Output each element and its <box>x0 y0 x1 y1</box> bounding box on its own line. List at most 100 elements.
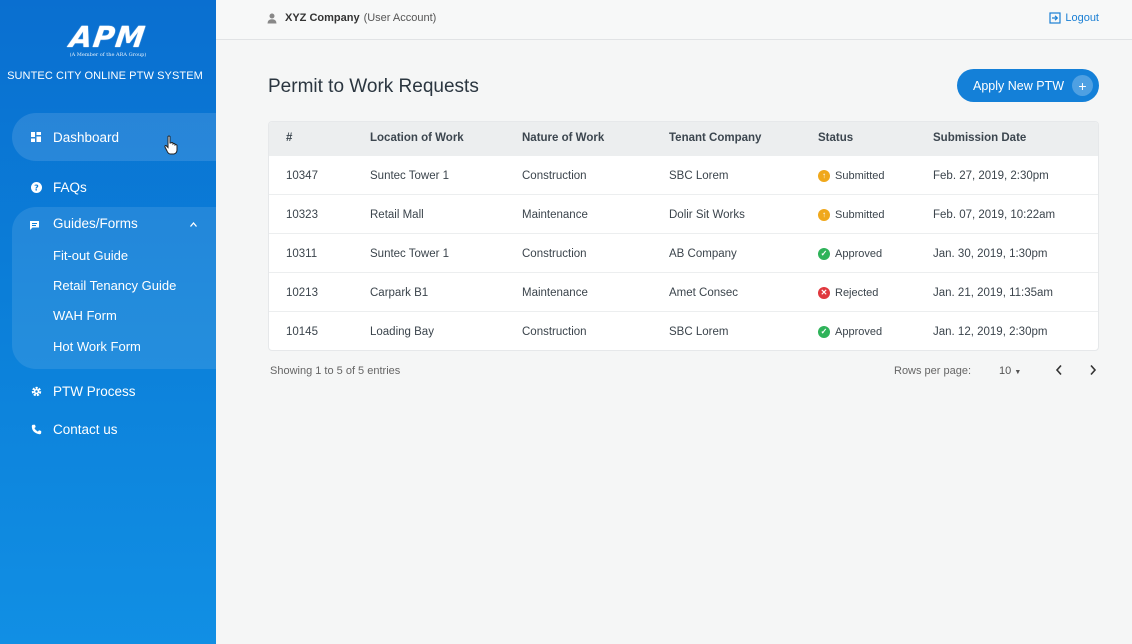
logo-subtext: (A Member of the ARA Group) <box>69 52 147 58</box>
cell-date: Jan. 21, 2019, 11:35am <box>933 287 1053 299</box>
sidebar-item-label: Guides/Forms <box>53 216 138 231</box>
sidebar-item-guides[interactable]: Guides/Forms <box>12 215 216 235</box>
plus-icon: + <box>1072 75 1093 96</box>
system-title: SUNTEC CITY ONLINE PTW SYSTEM <box>7 70 203 82</box>
cell-tenant: SBC Lorem <box>669 170 729 182</box>
entries-info: Showing 1 to 5 of 5 entries <box>270 365 401 377</box>
cell-nature: Maintenance <box>522 209 588 221</box>
help-circle-icon: ? <box>29 180 43 194</box>
hand-cursor-icon <box>164 135 178 155</box>
table-row[interactable]: 10145 Loading Bay Construction SBC Lorem Jan… <box>269 311 1098 350</box>
table-row[interactable]: 10347 Suntec Tower 1 Construction SBC Lorem… <box>269 155 1098 194</box>
user-info: XYZ Company (User Account) <box>267 12 436 24</box>
status-badge: ↑ Submitted <box>818 170 885 182</box>
sidebar-item-label: PTW Process <box>53 384 136 399</box>
page-title: Permit to Work Requests <box>268 76 479 97</box>
logout-link[interactable]: Logout <box>1049 12 1099 24</box>
cell-location: Carpark B1 <box>370 287 429 299</box>
table-row[interactable]: 10311 Suntec Tower 1 Construction AB Compan… <box>269 233 1098 272</box>
status-badge: ✓ Approved <box>818 248 882 260</box>
table-row[interactable]: 10213 Carpark B1 Maintenance Amet Consec Jan… <box>269 272 1098 311</box>
sidebar-subitem-fitout-guide[interactable]: Fit-out Guide <box>53 248 128 263</box>
ptw-requests-table: # Location of Work Nature of Work Tenant… <box>268 121 1099 351</box>
column-header-nature[interactable]: Nature of Work <box>522 132 604 144</box>
sidebar-item-ptw-process[interactable]: PTW Process <box>0 384 216 399</box>
status-label: Approved <box>835 326 883 338</box>
logo[interactable]: APM <box>0 20 216 54</box>
rows-per-page-value: 10 <box>999 365 1012 377</box>
cell-id: 10323 <box>286 209 318 221</box>
status-label: Approved <box>835 248 883 260</box>
cell-nature: Construction <box>522 170 587 182</box>
cell-location: Suntec Tower 1 <box>370 248 450 260</box>
cell-location: Suntec Tower 1 <box>370 170 450 182</box>
cell-date: Jan. 12, 2019, 2:30pm <box>933 326 1048 338</box>
cell-nature: Maintenance <box>522 287 588 299</box>
logout-icon <box>1049 12 1061 24</box>
apply-button-label: Apply New PTW <box>973 78 1064 93</box>
column-header-location[interactable]: Location of Work <box>370 132 464 144</box>
cell-nature: Construction <box>522 326 587 338</box>
sidebar-item-contact[interactable]: Contact us <box>0 422 216 437</box>
chevron-up-icon[interactable] <box>190 219 197 229</box>
status-label: Rejected <box>835 287 879 299</box>
table-row[interactable]: 10323 Retail Mall Maintenance Dolir Sit Wor… <box>269 194 1098 233</box>
sidebar-item-label: FAQs <box>53 179 87 195</box>
logout-label: Logout <box>1065 12 1099 24</box>
company-name: XYZ Company <box>285 12 360 24</box>
sidebar-subitem-retail-tenancy-guide[interactable]: Retail Tenancy Guide <box>53 278 176 293</box>
cell-tenant: Dolir Sit Works <box>669 209 745 221</box>
column-header-id[interactable]: # <box>286 132 292 144</box>
check-circle-icon: ✓ <box>818 248 830 260</box>
cell-location: Retail Mall <box>370 209 424 221</box>
cell-date: Feb. 07, 2019, 10:22am <box>933 209 1056 221</box>
status-label: Submitted <box>835 170 885 182</box>
arrow-up-circle-icon: ↑ <box>818 209 830 221</box>
gear-icon <box>29 385 43 399</box>
status-badge: ✕ Rejected <box>818 287 878 299</box>
cell-tenant: Amet Consec <box>669 287 739 299</box>
status-badge: ↑ Submitted <box>818 209 885 221</box>
sidebar-item-label: Dashboard <box>53 129 120 145</box>
caret-down-icon: ▼ <box>1014 369 1022 376</box>
sidebar: APM (A Member of the ARA Group) SUNTEC C… <box>0 0 216 644</box>
sidebar-item-dashboard[interactable]: Dashboard <box>12 113 216 161</box>
column-header-tenant[interactable]: Tenant Company <box>669 132 761 144</box>
sidebar-subitem-wah-form[interactable]: WAH Form <box>53 308 117 323</box>
cell-nature: Construction <box>522 248 587 260</box>
cell-id: 10213 <box>286 287 318 299</box>
check-circle-icon: ✓ <box>818 326 830 338</box>
status-badge: ✓ Approved <box>818 326 882 338</box>
status-label: Submitted <box>835 209 885 221</box>
rows-per-page-select[interactable]: 10 ▼ <box>999 365 1021 377</box>
x-circle-icon: ✕ <box>818 287 830 299</box>
cell-id: 10145 <box>286 326 318 338</box>
account-type: (User Account) <box>363 12 437 24</box>
dashboard-icon <box>29 130 43 144</box>
table-body: 10347 Suntec Tower 1 Construction SBC Lorem… <box>269 155 1098 350</box>
sidebar-subitem-hot-work-form[interactable]: Hot Work Form <box>53 339 141 354</box>
column-header-date[interactable]: Submission Date <box>933 132 1026 144</box>
top-bar: XYZ Company (User Account) Logout <box>216 0 1132 40</box>
sidebar-group-guides: Guides/Forms Fit-out Guide Retail Tenanc… <box>12 207 216 369</box>
arrow-up-circle-icon: ↑ <box>818 170 830 182</box>
cell-tenant: AB Company <box>669 248 737 260</box>
cell-date: Feb. 27, 2019, 2:30pm <box>933 170 1049 182</box>
cell-id: 10347 <box>286 170 318 182</box>
sidebar-item-faqs[interactable]: ? FAQs <box>0 179 216 195</box>
apply-new-ptw-button[interactable]: Apply New PTW + <box>957 69 1099 102</box>
user-icon <box>267 13 277 24</box>
phone-icon <box>29 423 43 437</box>
chevron-right-icon[interactable] <box>1089 363 1097 379</box>
sidebar-item-label: Contact us <box>53 422 118 437</box>
chevron-left-icon[interactable] <box>1055 363 1063 379</box>
cell-tenant: SBC Lorem <box>669 326 729 338</box>
column-header-status[interactable]: Status <box>818 132 853 144</box>
cell-id: 10311 <box>286 248 318 260</box>
table-header: # Location of Work Nature of Work Tenant… <box>269 122 1098 155</box>
rows-per-page-label: Rows per page: <box>894 365 972 377</box>
svg-text:?: ? <box>34 183 39 192</box>
logo-text: APM <box>67 20 149 54</box>
cell-date: Jan. 30, 2019, 1:30pm <box>933 248 1048 260</box>
cell-location: Loading Bay <box>370 326 434 338</box>
